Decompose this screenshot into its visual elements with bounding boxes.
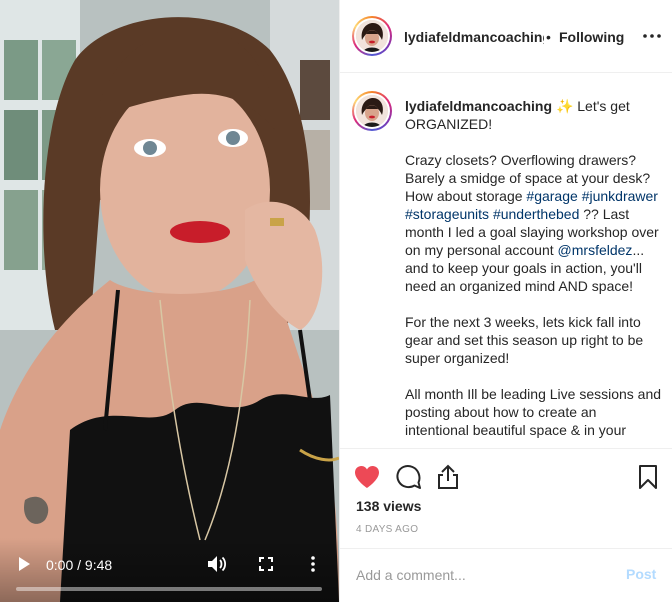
share-icon[interactable]	[434, 463, 462, 491]
video-player[interactable]: 0:00 / 9:48	[0, 0, 339, 602]
view-count[interactable]: 138 views	[356, 498, 421, 514]
fullscreen-icon[interactable]	[256, 554, 276, 574]
video-time: 0:00 / 9:48	[46, 557, 112, 573]
comment-icon[interactable]	[395, 463, 423, 491]
duration: 9:48	[84, 557, 113, 573]
caption-paragraph-4: All month Ill be leading Live sessions a…	[405, 386, 662, 438]
caption-area[interactable]: lydiafeldmancoaching ✨ Let's get ORGANIZ…	[340, 74, 672, 448]
more-options-icon[interactable]	[303, 554, 323, 574]
bookmark-icon[interactable]	[634, 463, 662, 491]
avatar[interactable]	[352, 16, 392, 56]
header-separator: •	[546, 29, 551, 45]
post-timestamp[interactable]: 4 DAYS AGO	[356, 524, 418, 535]
post-actions: 138 views 4 DAYS AGO	[340, 448, 672, 548]
sparkles-emoji: ✨	[555, 98, 574, 114]
post-header: lydiafeldmancoaching • Following	[340, 0, 672, 73]
caption-username[interactable]: lydiafeldmancoaching	[405, 98, 552, 114]
caption-paragraph-3: For the next 3 weeks, lets kick fall int…	[405, 314, 644, 366]
heart-icon[interactable]	[353, 463, 381, 491]
hashtag-underthebed[interactable]: #underthebed	[493, 206, 579, 222]
post-comment-button[interactable]: Post	[626, 566, 656, 582]
volume-icon[interactable]	[206, 554, 228, 574]
comment-input[interactable]	[356, 565, 606, 585]
video-progress-bar[interactable]	[16, 587, 322, 591]
post-panel: lydiafeldmancoaching • Following lydiafe…	[339, 0, 672, 602]
post-caption: lydiafeldmancoaching ✨ Let's get ORGANIZ…	[405, 97, 663, 448]
hashtag-garage[interactable]: #garage	[526, 188, 577, 204]
time-separator: /	[73, 557, 85, 573]
video-controls: 0:00 / 9:48	[0, 538, 339, 602]
mention-mrsfeldez[interactable]: @mrsfeldez	[558, 242, 633, 258]
caption-avatar[interactable]	[352, 91, 392, 131]
current-time: 0:00	[46, 557, 74, 573]
video-frame	[0, 0, 339, 602]
follow-status-button[interactable]: Following	[559, 29, 624, 45]
ellipsis-icon[interactable]	[640, 24, 664, 48]
hashtag-storageunits[interactable]: #storageunits	[405, 206, 489, 222]
play-icon[interactable]	[14, 554, 34, 574]
header-username[interactable]: lydiafeldmancoaching	[404, 29, 544, 45]
add-comment-section: Post	[340, 548, 672, 602]
hashtag-junkdrawer[interactable]: #junkdrawer	[582, 188, 658, 204]
